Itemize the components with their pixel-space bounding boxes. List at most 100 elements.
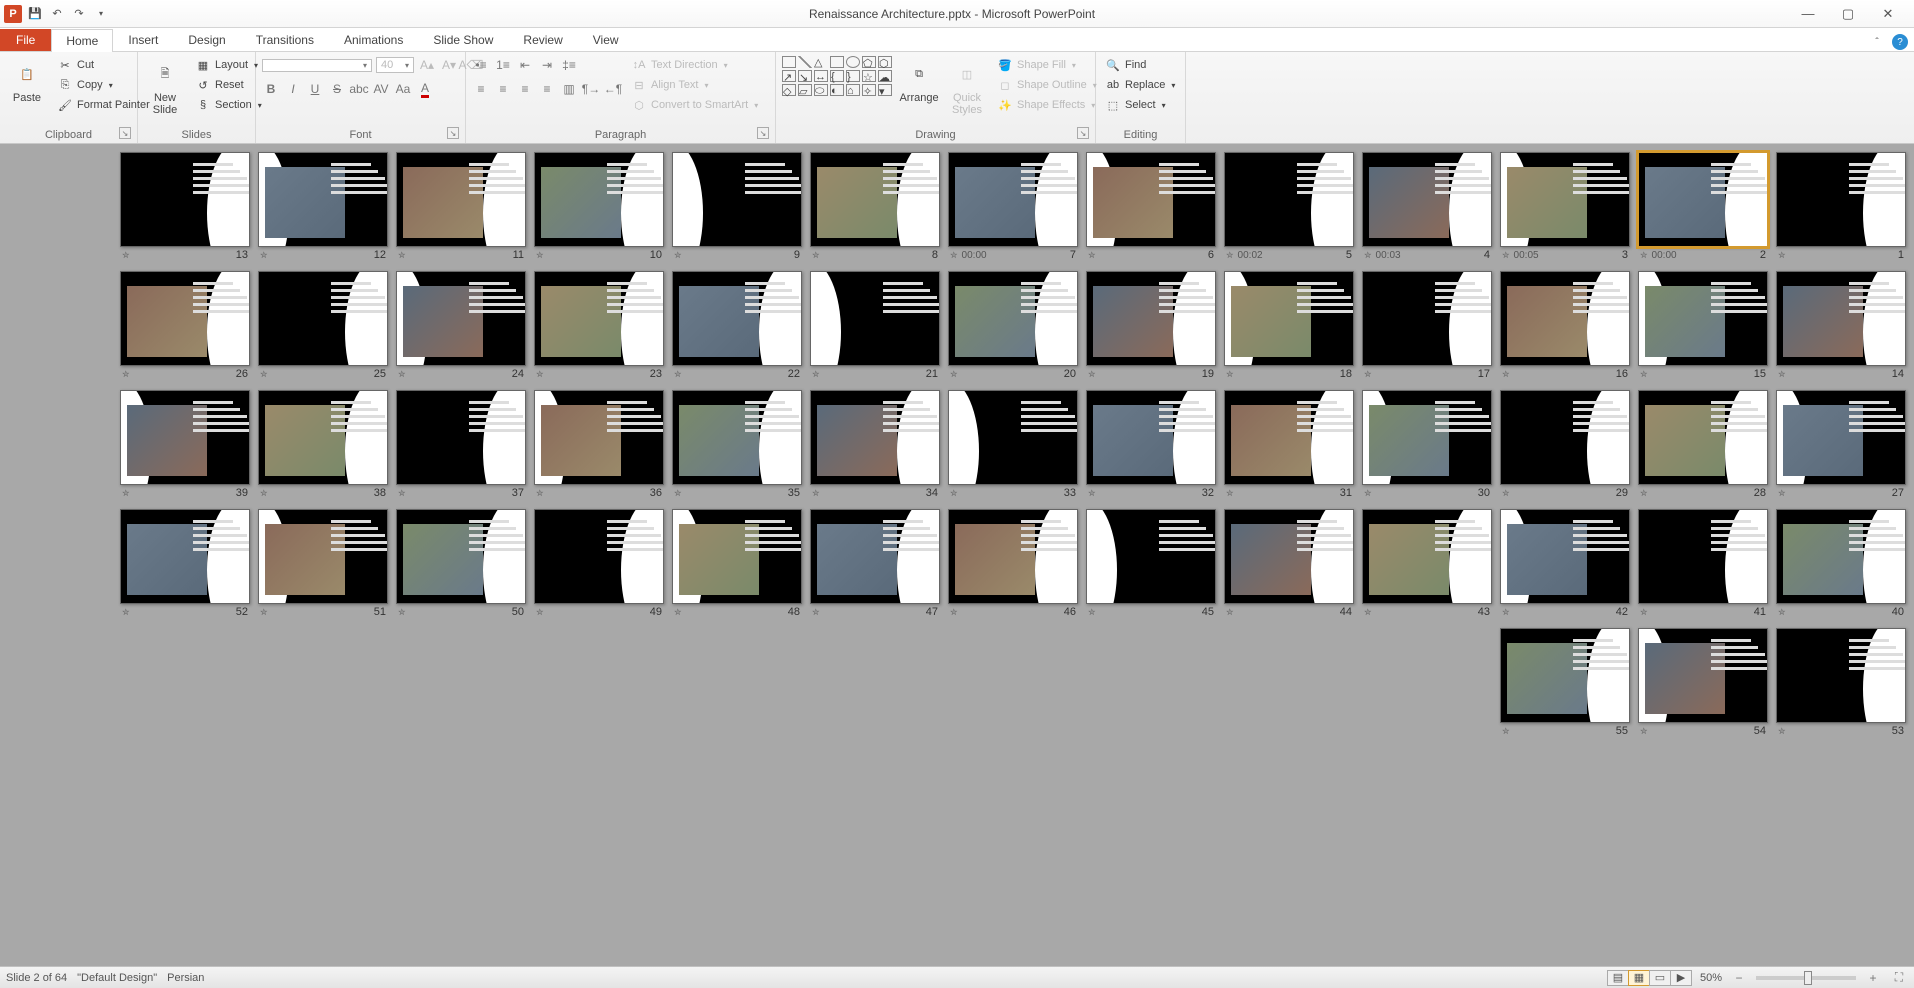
- align-left-button[interactable]: ≡: [472, 80, 490, 98]
- normal-view-button[interactable]: ▤: [1607, 970, 1629, 986]
- decrease-indent-button[interactable]: ⇤: [516, 56, 534, 74]
- slide-thumbnail-46[interactable]: ✮46: [948, 509, 1078, 618]
- tab-view[interactable]: View: [578, 28, 634, 51]
- slide-thumbnail-32[interactable]: ✮32: [1086, 390, 1216, 499]
- slide-thumbnail-26[interactable]: ✮26: [120, 271, 250, 380]
- slide-thumbnail-7[interactable]: ✮00:007: [948, 152, 1078, 261]
- shadow-button[interactable]: abc: [350, 80, 368, 98]
- slide-sorter-view-button[interactable]: ▦: [1628, 970, 1650, 986]
- redo-button[interactable]: ↷: [70, 5, 88, 23]
- tab-transitions[interactable]: Transitions: [241, 28, 329, 51]
- slide-thumbnail-17[interactable]: ✮17: [1362, 271, 1492, 380]
- underline-button[interactable]: U: [306, 80, 324, 98]
- slide-thumbnail-9[interactable]: ✮9: [672, 152, 802, 261]
- slide-thumbnail-45[interactable]: ✮45: [1086, 509, 1216, 618]
- slide-thumbnail-48[interactable]: ✮48: [672, 509, 802, 618]
- font-dialog-launcher[interactable]: ↘: [447, 127, 459, 139]
- slide-thumbnail-18[interactable]: ✮18: [1224, 271, 1354, 380]
- shape-outline-button[interactable]: ◻Shape Outline▾: [994, 76, 1100, 94]
- arrange-button[interactable]: ⧉Arrange: [898, 56, 940, 106]
- slide-thumbnail-5[interactable]: ✮00:025: [1224, 152, 1354, 261]
- reading-view-button[interactable]: ▭: [1649, 970, 1671, 986]
- slide-thumbnail-19[interactable]: ✮19: [1086, 271, 1216, 380]
- slide-thumbnail-49[interactable]: ✮49: [534, 509, 664, 618]
- drawing-dialog-launcher[interactable]: ↘: [1077, 127, 1089, 139]
- text-direction-button[interactable]: ↕AText Direction▾: [628, 56, 761, 74]
- slide-thumbnail-47[interactable]: ✮47: [810, 509, 940, 618]
- slide-thumbnail-50[interactable]: ✮50: [396, 509, 526, 618]
- tab-design[interactable]: Design: [173, 28, 240, 51]
- fit-to-window-button[interactable]: ⛶: [1890, 969, 1908, 987]
- convert-smartart-button[interactable]: ⬡Convert to SmartArt▾: [628, 96, 761, 114]
- ltr-button[interactable]: ¶→: [582, 80, 600, 98]
- strikethrough-button[interactable]: S: [328, 80, 346, 98]
- slide-thumbnail-53[interactable]: ✮53: [1776, 628, 1906, 737]
- minimize-ribbon-button[interactable]: ˆ: [1868, 33, 1886, 51]
- slide-thumbnail-28[interactable]: ✮28: [1638, 390, 1768, 499]
- line-spacing-button[interactable]: ‡≡: [560, 56, 578, 74]
- slide-thumbnail-25[interactable]: ✮25: [258, 271, 388, 380]
- slide-thumbnail-23[interactable]: ✮23: [534, 271, 664, 380]
- tab-animations[interactable]: Animations: [329, 28, 418, 51]
- slide-thumbnail-3[interactable]: ✮00:053: [1500, 152, 1630, 261]
- tab-insert[interactable]: Insert: [113, 28, 173, 51]
- slide-thumbnail-40[interactable]: ✮40: [1776, 509, 1906, 618]
- clipboard-dialog-launcher[interactable]: ↘: [119, 127, 131, 139]
- char-spacing-button[interactable]: AV: [372, 80, 390, 98]
- close-button[interactable]: ✕: [1874, 4, 1902, 24]
- slide-thumbnail-55[interactable]: ✮55: [1500, 628, 1630, 737]
- slide-sorter-view[interactable]: ✮1✮00:002✮00:053✮00:034✮00:025✮6✮00:007✮…: [0, 144, 1914, 966]
- slide-thumbnail-21[interactable]: ✮21: [810, 271, 940, 380]
- justify-button[interactable]: ≡: [538, 80, 556, 98]
- slide-thumbnail-37[interactable]: ✮37: [396, 390, 526, 499]
- slide-thumbnail-11[interactable]: ✮11: [396, 152, 526, 261]
- slide-thumbnail-20[interactable]: ✮20: [948, 271, 1078, 380]
- new-slide-button[interactable]: 🗎 New Slide: [144, 56, 186, 118]
- slide-thumbnail-36[interactable]: ✮36: [534, 390, 664, 499]
- slide-thumbnail-35[interactable]: ✮35: [672, 390, 802, 499]
- slide-thumbnail-38[interactable]: ✮38: [258, 390, 388, 499]
- slide-thumbnail-29[interactable]: ✮29: [1500, 390, 1630, 499]
- zoom-out-button[interactable]: −: [1730, 969, 1748, 987]
- slide-thumbnail-16[interactable]: ✮16: [1500, 271, 1630, 380]
- rtl-button[interactable]: ←¶: [604, 80, 622, 98]
- align-right-button[interactable]: ≡: [516, 80, 534, 98]
- columns-button[interactable]: ▥: [560, 80, 578, 98]
- tab-slideshow[interactable]: Slide Show: [418, 28, 508, 51]
- save-button[interactable]: 💾: [26, 5, 44, 23]
- slide-thumbnail-51[interactable]: ✮51: [258, 509, 388, 618]
- tab-home[interactable]: Home: [51, 29, 113, 52]
- slide-thumbnail-13[interactable]: ✮13: [120, 152, 250, 261]
- slide-thumbnail-2[interactable]: ✮00:002: [1638, 152, 1768, 261]
- slide-thumbnail-4[interactable]: ✮00:034: [1362, 152, 1492, 261]
- slide-thumbnail-10[interactable]: ✮10: [534, 152, 664, 261]
- shapes-gallery[interactable]: △⬠⬡ ↗↘↔{}☆☁ ◇▱⬭◐⌂✧▾: [782, 56, 892, 96]
- slide-thumbnail-15[interactable]: ✮15: [1638, 271, 1768, 380]
- slide-thumbnail-14[interactable]: ✮14: [1776, 271, 1906, 380]
- slide-thumbnail-54[interactable]: ✮54: [1638, 628, 1768, 737]
- font-family-combo[interactable]: ▾: [262, 59, 372, 72]
- slide-thumbnail-39[interactable]: ✮39: [120, 390, 250, 499]
- slide-thumbnail-41[interactable]: ✮41: [1638, 509, 1768, 618]
- increase-indent-button[interactable]: ⇥: [538, 56, 556, 74]
- slide-thumbnail-30[interactable]: ✮30: [1362, 390, 1492, 499]
- status-zoom-level[interactable]: 50%: [1700, 972, 1722, 984]
- change-case-button[interactable]: Aa: [394, 80, 412, 98]
- slide-thumbnail-44[interactable]: ✮44: [1224, 509, 1354, 618]
- bold-button[interactable]: B: [262, 80, 280, 98]
- slide-thumbnail-42[interactable]: ✮42: [1500, 509, 1630, 618]
- slideshow-view-button[interactable]: ▶: [1670, 970, 1692, 986]
- slide-thumbnail-43[interactable]: ✮43: [1362, 509, 1492, 618]
- slide-thumbnail-8[interactable]: ✮8: [810, 152, 940, 261]
- slide-thumbnail-12[interactable]: ✮12: [258, 152, 388, 261]
- paragraph-dialog-launcher[interactable]: ↘: [757, 127, 769, 139]
- slide-thumbnail-24[interactable]: ✮24: [396, 271, 526, 380]
- shape-fill-button[interactable]: 🪣Shape Fill▾: [994, 56, 1100, 74]
- slide-thumbnail-33[interactable]: ✮33: [948, 390, 1078, 499]
- tab-file[interactable]: File: [0, 29, 51, 51]
- align-text-button[interactable]: ⊟Align Text▾: [628, 76, 761, 94]
- numbering-button[interactable]: 1≡: [494, 56, 512, 74]
- select-button[interactable]: ⬚Select▾: [1102, 96, 1178, 114]
- minimize-button[interactable]: —: [1794, 4, 1822, 24]
- slide-thumbnail-34[interactable]: ✮34: [810, 390, 940, 499]
